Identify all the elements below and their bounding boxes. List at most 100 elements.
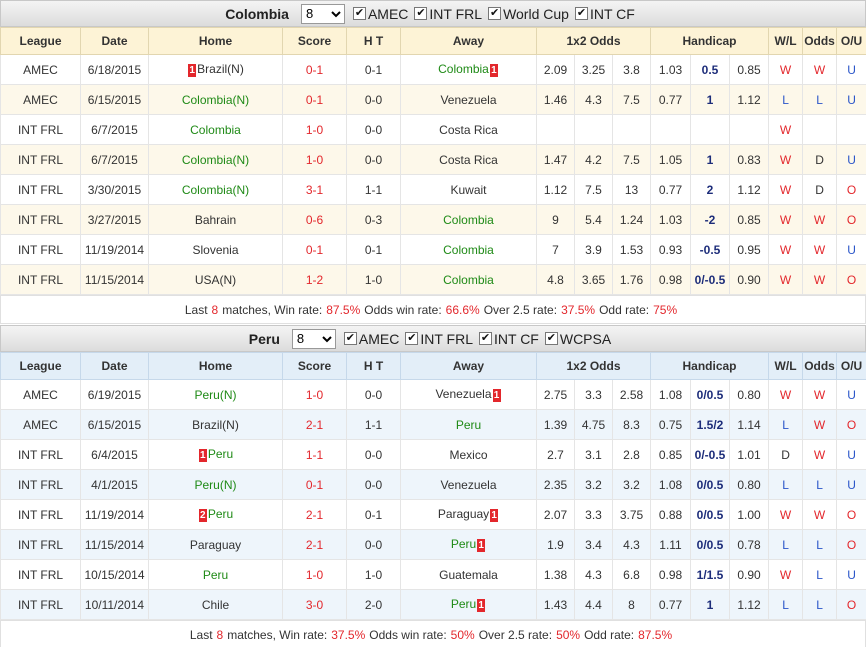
- home-cell[interactable]: USA(N): [148, 264, 283, 295]
- home-team[interactable]: Peru: [203, 568, 228, 582]
- home-team[interactable]: Colombia(N): [182, 183, 249, 197]
- home-team[interactable]: Brazil(N): [197, 62, 244, 76]
- home-cell[interactable]: Colombia(N): [148, 84, 283, 115]
- away-cell[interactable]: Paraguay 1: [400, 499, 537, 530]
- away-team[interactable]: Colombia: [443, 273, 494, 287]
- home-cell[interactable]: Peru(N): [148, 469, 283, 500]
- filter-amec[interactable]: ✔ AMEC: [352, 6, 408, 22]
- checkmark-icon[interactable]: ✔: [343, 332, 357, 345]
- away-cell[interactable]: Mexico: [400, 439, 537, 470]
- away-team[interactable]: Venezuela: [440, 93, 496, 107]
- home-team[interactable]: Brazil(N): [192, 418, 239, 432]
- table-row[interactable]: INT FRL 11/15/2014 USA(N) 1-2 1-0 Colombia 4.8…: [0, 264, 866, 295]
- checkmark-icon[interactable]: ✔: [479, 332, 492, 345]
- home-team[interactable]: Colombia(N): [182, 153, 249, 167]
- home-team[interactable]: Bahrain: [195, 213, 236, 227]
- checkmark-icon[interactable]: ✔: [352, 7, 366, 20]
- home-cell[interactable]: Peru: [148, 559, 283, 590]
- filter-world-cup[interactable]: ✔ World Cup: [488, 6, 569, 22]
- home-cell[interactable]: Bahrain: [148, 204, 283, 235]
- away-cell[interactable]: Venezuela: [400, 84, 537, 115]
- table-row[interactable]: AMEC 6/15/2015 Colombia(N) 0-1 0-0 Venezuela 1…: [0, 84, 866, 115]
- away-cell[interactable]: Venezuela: [400, 469, 537, 500]
- filter-int-frl[interactable]: ✔ INT FRL: [414, 6, 482, 22]
- filter-wcpsa[interactable]: ✔ WCPSA: [544, 331, 611, 347]
- checkmark-icon[interactable]: ✔: [414, 7, 428, 20]
- filter-int-cf[interactable]: ✔ INT CF: [479, 331, 539, 347]
- home-cell[interactable]: 1 Peru: [148, 439, 283, 470]
- checkmark-icon[interactable]: ✔: [544, 332, 558, 345]
- home-team[interactable]: Peru(N): [194, 478, 236, 492]
- home-cell[interactable]: Colombia(N): [148, 174, 283, 205]
- filter-amec[interactable]: ✔ AMEC: [343, 331, 399, 347]
- home-team[interactable]: USA(N): [195, 273, 236, 287]
- away-cell[interactable]: Guatemala: [400, 559, 537, 590]
- home-team[interactable]: Peru(N): [194, 388, 236, 402]
- away-cell[interactable]: Costa Rica: [400, 144, 537, 175]
- home-team[interactable]: Paraguay: [190, 538, 241, 552]
- away-cell[interactable]: Venezuela 1: [400, 379, 537, 410]
- away-cell[interactable]: Colombia: [400, 264, 537, 295]
- away-cell[interactable]: Colombia 1: [400, 54, 537, 85]
- table-row[interactable]: AMEC 6/15/2015 Brazil(N) 2-1 1-1 Peru 1.39 4.75…: [0, 409, 866, 440]
- away-team[interactable]: Peru: [451, 597, 476, 611]
- home-team[interactable]: Chile: [202, 598, 229, 612]
- table-row[interactable]: INT FRL 11/19/2014 2 Peru 2-1 0-1 Paraguay 1 2.0…: [0, 499, 866, 530]
- checkmark-icon[interactable]: ✔: [488, 7, 502, 20]
- away-cell[interactable]: Colombia: [400, 234, 537, 265]
- away-team[interactable]: Kuwait: [450, 183, 486, 197]
- home-cell[interactable]: Colombia(N): [148, 144, 283, 175]
- away-team[interactable]: Mexico: [449, 448, 487, 462]
- table-row[interactable]: INT FRL 10/15/2014 Peru 1-0 1-0 Guatemala 1.38…: [0, 559, 866, 590]
- filter-int-cf[interactable]: ✔ INT CF: [574, 6, 635, 22]
- table-row[interactable]: INT FRL 6/7/2015 Colombia(N) 1-0 0-0 Costa Ri…: [0, 144, 866, 175]
- away-team[interactable]: Costa Rica: [439, 123, 498, 137]
- away-team[interactable]: Peru: [456, 418, 481, 432]
- table-row[interactable]: INT FRL 3/30/2015 Colombia(N) 3-1 1-1 Kuwait 1…: [0, 174, 866, 205]
- home-cell[interactable]: 2 Peru: [148, 499, 283, 530]
- table-row[interactable]: INT FRL 6/7/2015 Colombia 1-0 0-0 Costa Rica W: [0, 114, 866, 145]
- away-cell[interactable]: Kuwait: [400, 174, 537, 205]
- checkmark-icon[interactable]: ✔: [405, 332, 419, 345]
- table-row[interactable]: INT FRL 11/19/2014 Slovenia 0-1 0-1 Colombia 7…: [0, 234, 866, 265]
- home-cell[interactable]: Colombia: [148, 114, 283, 145]
- home-team[interactable]: Slovenia: [192, 243, 238, 257]
- table-row[interactable]: INT FRL 10/11/2014 Chile 3-0 2-0 Peru 1 1.43 4.4…: [0, 589, 866, 620]
- away-team[interactable]: Colombia: [443, 243, 494, 257]
- home-cell[interactable]: 1 Brazil(N): [148, 54, 283, 85]
- home-cell[interactable]: Paraguay: [148, 529, 283, 560]
- table-row[interactable]: AMEC 6/19/2015 Peru(N) 1-0 0-0 Venezuela 1 2.75…: [0, 379, 866, 410]
- match-count-select[interactable]: 8: [291, 328, 336, 349]
- home-cell[interactable]: Peru(N): [148, 379, 283, 410]
- odds-away: 4.3: [612, 529, 651, 560]
- summary-line: Last 8 matches, Win rate: 37.5% Odds win rat…: [0, 620, 866, 647]
- away-cell[interactable]: Colombia: [400, 204, 537, 235]
- away-cell[interactable]: Peru: [400, 409, 537, 440]
- away-team[interactable]: Venezuela: [435, 387, 491, 401]
- match-count-select[interactable]: 8: [300, 3, 345, 24]
- away-team[interactable]: Peru: [451, 537, 476, 551]
- filter-int-frl[interactable]: ✔ INT FRL: [405, 331, 473, 347]
- away-team[interactable]: Colombia: [443, 213, 494, 227]
- away-team[interactable]: Venezuela: [440, 478, 496, 492]
- checkmark-icon[interactable]: ✔: [574, 7, 588, 20]
- away-team[interactable]: Colombia: [438, 62, 489, 76]
- away-cell[interactable]: Peru 1: [400, 589, 537, 620]
- away-team[interactable]: Costa Rica: [439, 153, 498, 167]
- home-team[interactable]: Peru: [208, 447, 233, 461]
- table-row[interactable]: INT FRL 3/27/2015 Bahrain 0-6 0-3 Colombia 9 5.…: [0, 204, 866, 235]
- away-team[interactable]: Paraguay: [438, 507, 489, 521]
- table-row[interactable]: INT FRL 4/1/2015 Peru(N) 0-1 0-0 Venezuela 2.3…: [0, 469, 866, 500]
- home-cell[interactable]: Chile: [148, 589, 283, 620]
- away-cell[interactable]: Costa Rica: [400, 114, 537, 145]
- home-cell[interactable]: Brazil(N): [148, 409, 283, 440]
- table-row[interactable]: INT FRL 11/15/2014 Paraguay 2-1 0-0 Peru 1 1.9 3…: [0, 529, 866, 560]
- home-cell[interactable]: Slovenia: [148, 234, 283, 265]
- away-cell[interactable]: Peru 1: [400, 529, 537, 560]
- home-team[interactable]: Colombia: [190, 123, 241, 137]
- table-row[interactable]: INT FRL 6/4/2015 1 Peru 1-1 0-0 Mexico 2.7 3.1 2.…: [0, 439, 866, 470]
- home-team[interactable]: Peru: [208, 507, 233, 521]
- table-row[interactable]: AMEC 6/18/2015 1 Brazil(N) 0-1 0-1 Colombia 1 2.…: [0, 54, 866, 85]
- away-team[interactable]: Guatemala: [439, 568, 498, 582]
- home-team[interactable]: Colombia(N): [182, 93, 249, 107]
